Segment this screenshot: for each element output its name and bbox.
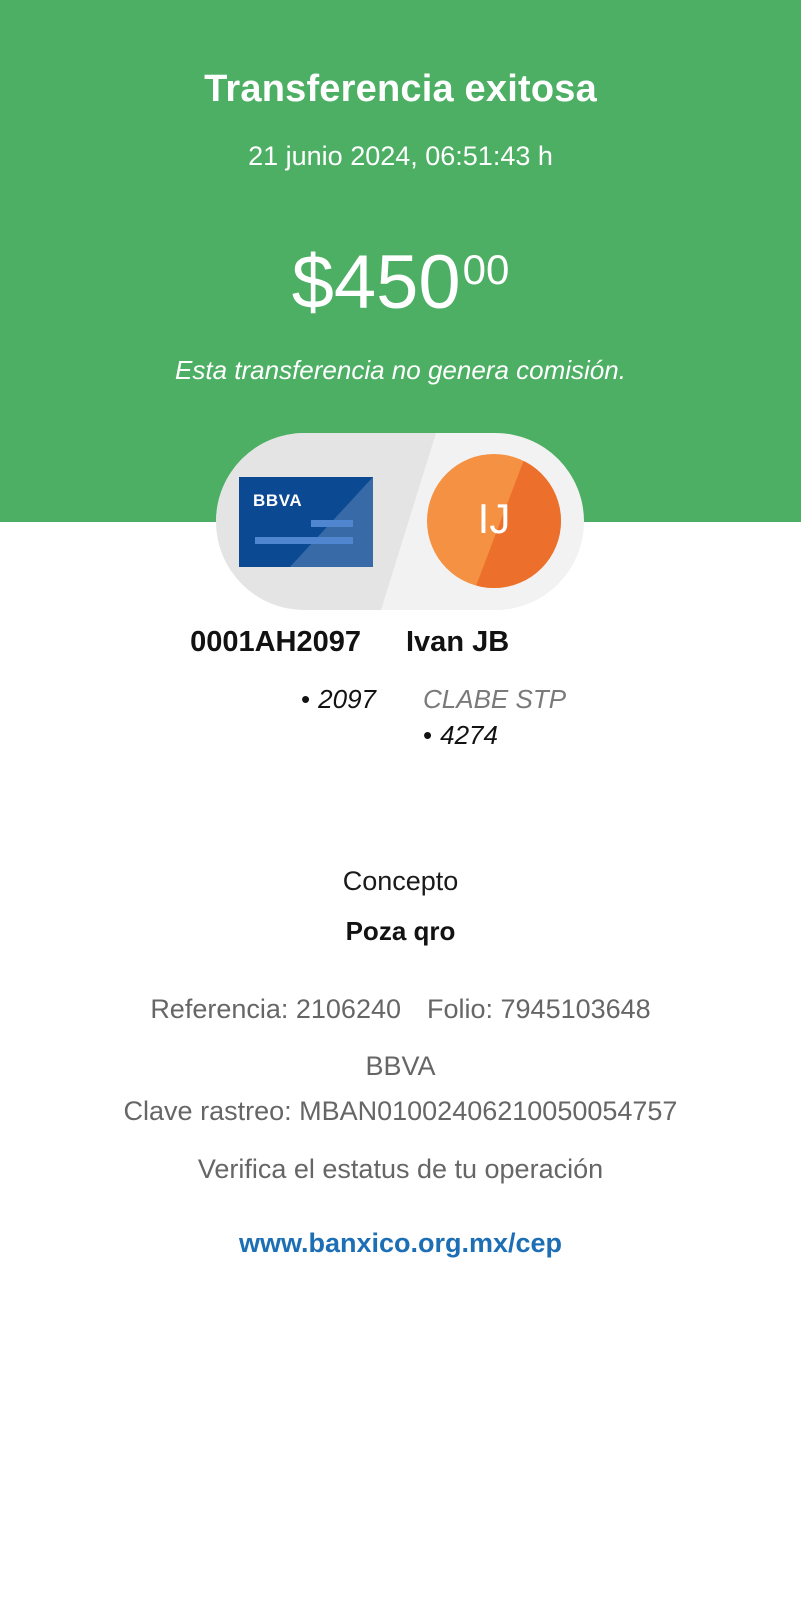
source-account-digits: • 2097 — [301, 684, 376, 715]
recipient-avatar: IJ — [427, 454, 561, 588]
tracking-key: Clave rastreo: MBAN01002406210050054757 — [123, 1096, 678, 1126]
amount-integer: $450 — [291, 240, 461, 325]
card-stripe-long — [255, 537, 353, 544]
transfer-datetime: 21 junio 2024, 06:51:43 h — [248, 141, 553, 171]
banxico-cep-link[interactable]: www.banxico.org.mx/cep — [0, 1228, 801, 1259]
concept-label: Concepto — [342, 866, 459, 896]
bullet-icon: • — [301, 684, 311, 714]
avatar-initials: IJ — [477, 495, 511, 542]
page-title: Transferencia exitosa — [204, 68, 597, 110]
fee-note: Esta transferencia no genera comisión. — [175, 355, 626, 385]
reference-row: Referencia: 2106240 Folio: 7945103648 — [0, 994, 801, 1025]
verify-status-text: Verifica el estatus de tu operación — [197, 1154, 604, 1184]
concept-value: Poza qro — [345, 916, 456, 946]
folio-value: Folio: 7945103648 — [427, 994, 651, 1024]
bullet-icon: • — [423, 720, 433, 750]
transfer-parties-pill: BBVA IJ — [216, 433, 584, 610]
recipient-digits-value: 4274 — [440, 720, 498, 750]
source-digits-value: 2097 — [318, 684, 376, 714]
recipient-account-type: CLABE STP — [423, 684, 567, 714]
recipient-account-digits: • 4274 — [423, 720, 498, 751]
source-account-name: 0001AH2097 — [190, 626, 361, 658]
reference-value: Referencia: 2106240 — [150, 994, 401, 1024]
recipient-name: Ivan JB — [406, 626, 510, 658]
bank-name: BBVA — [365, 1051, 436, 1081]
card-logo: BBVA — [253, 491, 303, 510]
card-stripe-short — [311, 520, 353, 527]
bank-card-icon: BBVA — [239, 477, 373, 567]
transfer-amount: $45000 — [0, 245, 801, 321]
amount-cents: 00 — [462, 246, 510, 293]
